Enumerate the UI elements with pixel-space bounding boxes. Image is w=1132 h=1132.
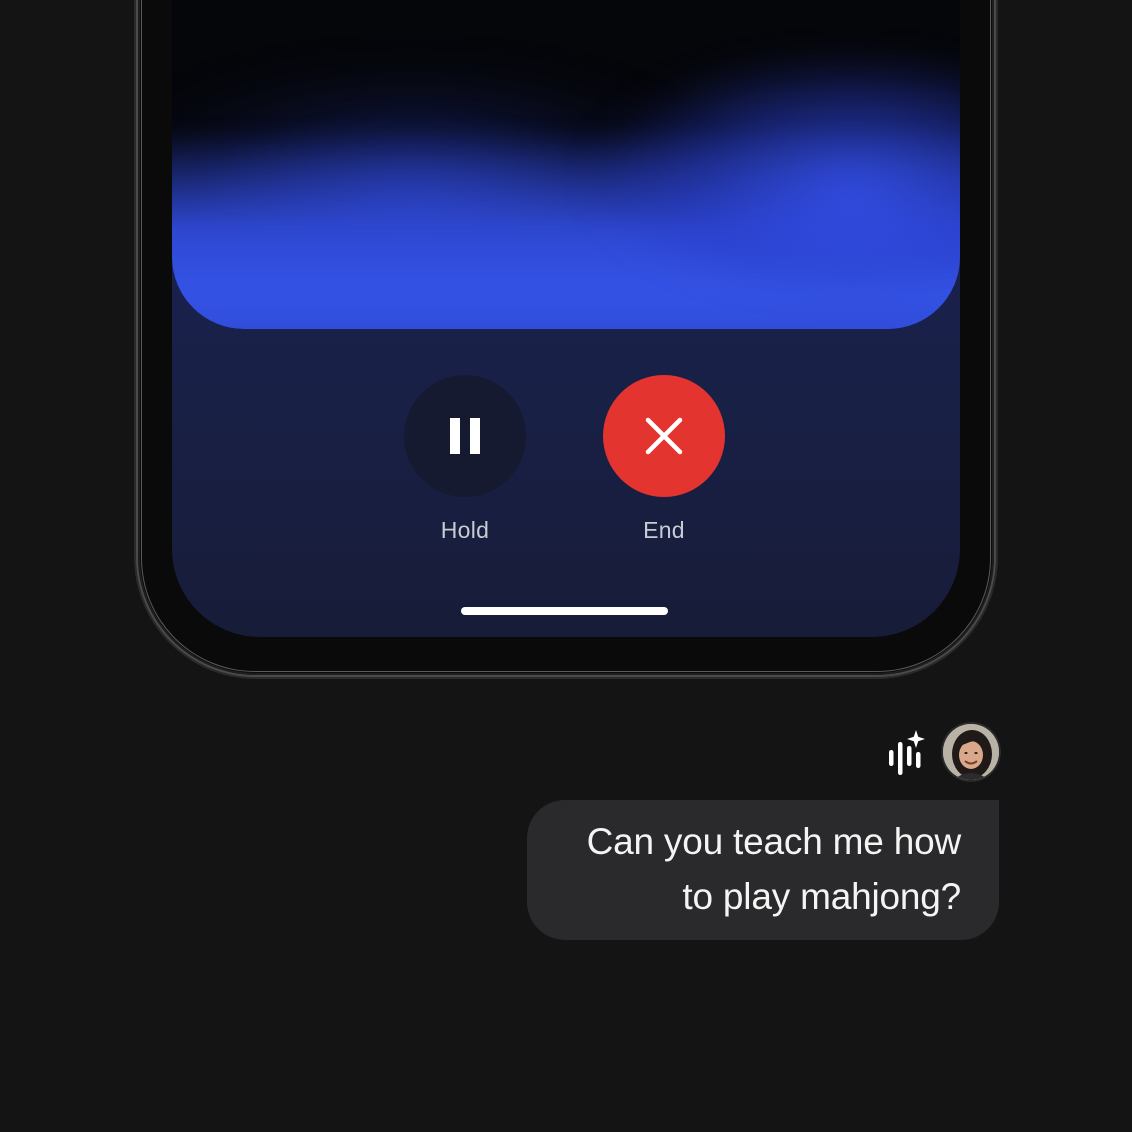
close-icon <box>645 417 683 455</box>
end-call-button[interactable] <box>603 375 725 497</box>
user-message-bubble: Can you teach me how to play mahjong? <box>527 800 999 940</box>
home-indicator[interactable] <box>461 607 668 615</box>
user-avatar <box>943 724 999 780</box>
message-line-1: Can you teach me how <box>586 821 962 862</box>
sparkle-waveform-icon <box>889 730 925 775</box>
message-line-2: to play mahjong? <box>682 876 961 917</box>
stage: Hold End Can you teach me how to play ma… <box>0 0 1132 1132</box>
phone-screen: Hold End <box>172 0 960 637</box>
call-visualizer <box>172 0 960 329</box>
hold-button[interactable] <box>404 375 526 497</box>
pause-icon <box>450 418 480 454</box>
avatar-image <box>943 724 999 780</box>
end-label: End <box>643 517 685 543</box>
hold-label: Hold <box>440 517 490 543</box>
